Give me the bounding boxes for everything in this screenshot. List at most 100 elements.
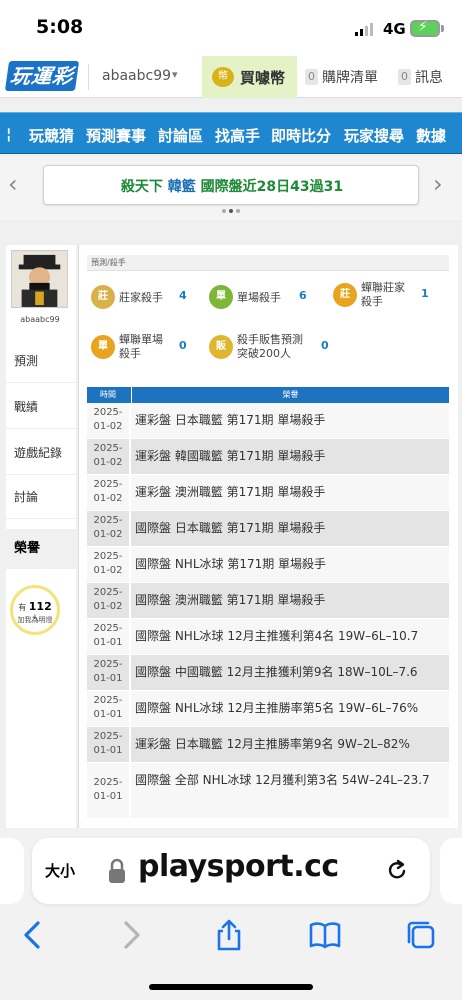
buy-coin-label: 買噱幣	[240, 69, 286, 87]
news-pager-dots	[222, 209, 240, 214]
row-date: 2025-01-01	[93, 623, 123, 648]
row-date: 2025-01-02	[93, 551, 123, 576]
coin-icon: 幣	[212, 67, 234, 87]
pager-dot[interactable]	[236, 209, 240, 213]
news-prefix: 殺天下	[120, 179, 163, 195]
browser-toolbar: 大小 playsport.cc	[0, 828, 462, 1000]
row-honor: 運彩盤 韓國職籃 第171期 單場殺手	[135, 449, 326, 463]
nav-item-forum[interactable]: 討論區	[158, 125, 203, 146]
table-row: 2025-01-02 國際盤 澳洲職籃 第171期 單場殺手	[87, 583, 449, 619]
address-bar[interactable]: 大小 playsport.cc	[32, 838, 430, 904]
avatar[interactable]	[11, 250, 68, 308]
back-icon[interactable]	[16, 918, 50, 952]
sidebar-item-honor[interactable]: 榮譽	[6, 529, 76, 569]
nav-item-predict[interactable]: 預測賽事	[86, 125, 146, 146]
row-date: 2025-01-02	[93, 479, 123, 504]
lock-icon	[109, 858, 125, 883]
signal-icon	[355, 23, 373, 36]
row-date: 2025-01-01	[93, 659, 123, 684]
next-tab-peek[interactable]	[440, 838, 462, 904]
cell-divider	[129, 475, 131, 510]
chevron-left-icon[interactable]: ‹	[8, 170, 18, 198]
text-size-button[interactable]: 大小	[45, 860, 75, 881]
avatar-username: abaabc99	[20, 315, 60, 324]
main-nav: ¦ 玩競猜 預測賽事 討論區 找高手 即時比分 玩家搜尋 數據	[0, 112, 462, 154]
banker-medal-icon: 莊	[91, 285, 115, 309]
network-label: 4G	[383, 20, 406, 38]
cart-link[interactable]: 購牌清單	[322, 67, 378, 87]
row-date: 2025-01-02	[93, 407, 123, 432]
messages-link[interactable]: 訊息	[415, 67, 443, 87]
row-date: 2025-01-01	[93, 695, 123, 720]
nav-item-guess[interactable]: 玩競猜	[29, 125, 74, 146]
news-ticker: ‹ 殺天下 韓籃 國際盤近28日43過31 ›	[0, 155, 462, 220]
table-row: 2025-01-02 國際盤 NHL冰球 第171期 單場殺手	[87, 547, 449, 583]
sales-medal-icon: 販	[209, 335, 233, 359]
charging-icon: ⚡	[418, 19, 428, 35]
nav-item-data[interactable]: 數據	[416, 125, 446, 146]
row-honor: 國際盤 中國職籃 12月主推獲利第9名 18W–10L–7.6	[135, 665, 418, 679]
stat-label: 莊家殺手	[119, 291, 163, 304]
news-headline-box[interactable]: 殺天下 韓籃 國際盤近28日43過31	[43, 165, 419, 205]
reload-icon[interactable]	[386, 858, 408, 882]
caret-down-icon[interactable]: ▾	[172, 68, 178, 81]
row-honor: 國際盤 NHL冰球 12月主推獲利第4名 19W–6L–10.7	[135, 629, 419, 643]
bookmarks-icon[interactable]	[308, 918, 342, 952]
row-date: 2025-01-02	[93, 587, 123, 612]
nav-item-player-search[interactable]: 玩家搜尋	[344, 125, 404, 146]
column-header-time: 時間	[100, 390, 116, 399]
sidebar-item-record[interactable]: 戰績	[6, 385, 76, 429]
site-header: 玩運彩 abaabc99 ▾ 幣 買噱幣 0 購牌清單 0 訊息	[0, 56, 462, 98]
stat-value: 1	[421, 287, 429, 300]
username-menu[interactable]: abaabc99	[102, 68, 171, 84]
row-date: 2025-01-01	[93, 731, 123, 756]
table-row: 2025-01-02 運彩盤 澳洲職籃 第171期 單場殺手	[87, 475, 449, 511]
share-icon[interactable]	[212, 918, 246, 952]
cell-divider	[129, 619, 131, 654]
bulb-count: 112	[28, 600, 52, 613]
previous-tab-peek[interactable]	[0, 838, 24, 904]
stat-label: 殺手販售預測突破200人	[237, 333, 303, 360]
table-row: 2025-01-01 國際盤 NHL冰球 12月主推獲利第4名 19W–6L–1…	[87, 619, 449, 655]
table-row: 2025-01-01 運彩盤 日本職籃 12月主推勝率第9名 9W–2L–82%	[87, 727, 449, 763]
breadcrumb: 預測/殺手	[87, 255, 449, 271]
honor-table-header: 時間 榮譽	[87, 387, 449, 403]
pager-dot-active[interactable]	[229, 209, 233, 213]
sidebar-item-predict[interactable]: 預測	[6, 339, 76, 383]
row-honor: 運彩盤 日本職籃 第171期 單場殺手	[135, 413, 326, 427]
news-headline: 殺天下 韓籃 國際盤近28日43過31	[44, 176, 420, 196]
cell-divider	[129, 547, 131, 582]
news-team: 韓籃	[167, 179, 196, 195]
chevron-right-icon[interactable]: ›	[433, 170, 443, 198]
cell-divider	[129, 691, 131, 726]
nav-item-live-score[interactable]: 即時比分	[271, 125, 331, 146]
status-bar: 5:08 4G ⚡	[0, 0, 462, 56]
stat-streak-single-killer: 單 蟬聯單場殺手 0	[91, 333, 201, 363]
profile-sidebar: abaabc99 預測 戰績 遊戲紀錄 討論 榮譽 有 112 人 加我為明燈	[6, 245, 76, 830]
stat-value: 6	[299, 289, 307, 302]
row-honor: 國際盤 日本職籃 第171期 單場殺手	[135, 521, 326, 535]
site-logo[interactable]: 玩運彩	[4, 61, 80, 91]
table-row: 2025-01-02 國際盤 日本職籃 第171期 單場殺手	[87, 511, 449, 547]
table-row: 2025-01-02 運彩盤 日本職籃 第171期 單場殺手	[87, 403, 449, 439]
home-indicator	[149, 984, 313, 990]
table-row: 2025-01-01 國際盤 中國職籃 12月主推獲利第9名 18W–10L–7…	[87, 655, 449, 691]
pager-dot[interactable]	[222, 209, 226, 213]
buy-coin-button[interactable]: 幣 買噱幣	[202, 56, 297, 98]
forward-icon[interactable]	[114, 918, 148, 952]
cell-divider	[129, 439, 131, 474]
lightbulb-follow-badge[interactable]: 有 112 人 加我為明燈	[10, 585, 60, 635]
bulb-subtitle: 加我為明燈	[17, 616, 53, 624]
sidebar-item-game-log[interactable]: 遊戲紀錄	[6, 431, 76, 475]
streak-banker-medal-icon: 莊	[333, 283, 357, 307]
nav-item-experts[interactable]: 找高手	[215, 125, 260, 146]
cell-divider	[129, 727, 131, 762]
table-row: 2025-01-02 運彩盤 韓國職籃 第171期 單場殺手	[87, 439, 449, 475]
url-domain[interactable]: playsport.cc	[138, 849, 339, 884]
stat-single-killer: 單 單場殺手 6	[209, 283, 319, 313]
tabs-icon[interactable]	[404, 918, 438, 952]
stat-banker-killer: 莊 莊家殺手 4	[91, 283, 201, 313]
cart-count-badge: 0	[305, 69, 318, 85]
row-honor: 運彩盤 日本職籃 12月主推勝率第9名 9W–2L–82%	[135, 737, 410, 751]
sidebar-item-discussion[interactable]: 討論	[6, 475, 76, 519]
